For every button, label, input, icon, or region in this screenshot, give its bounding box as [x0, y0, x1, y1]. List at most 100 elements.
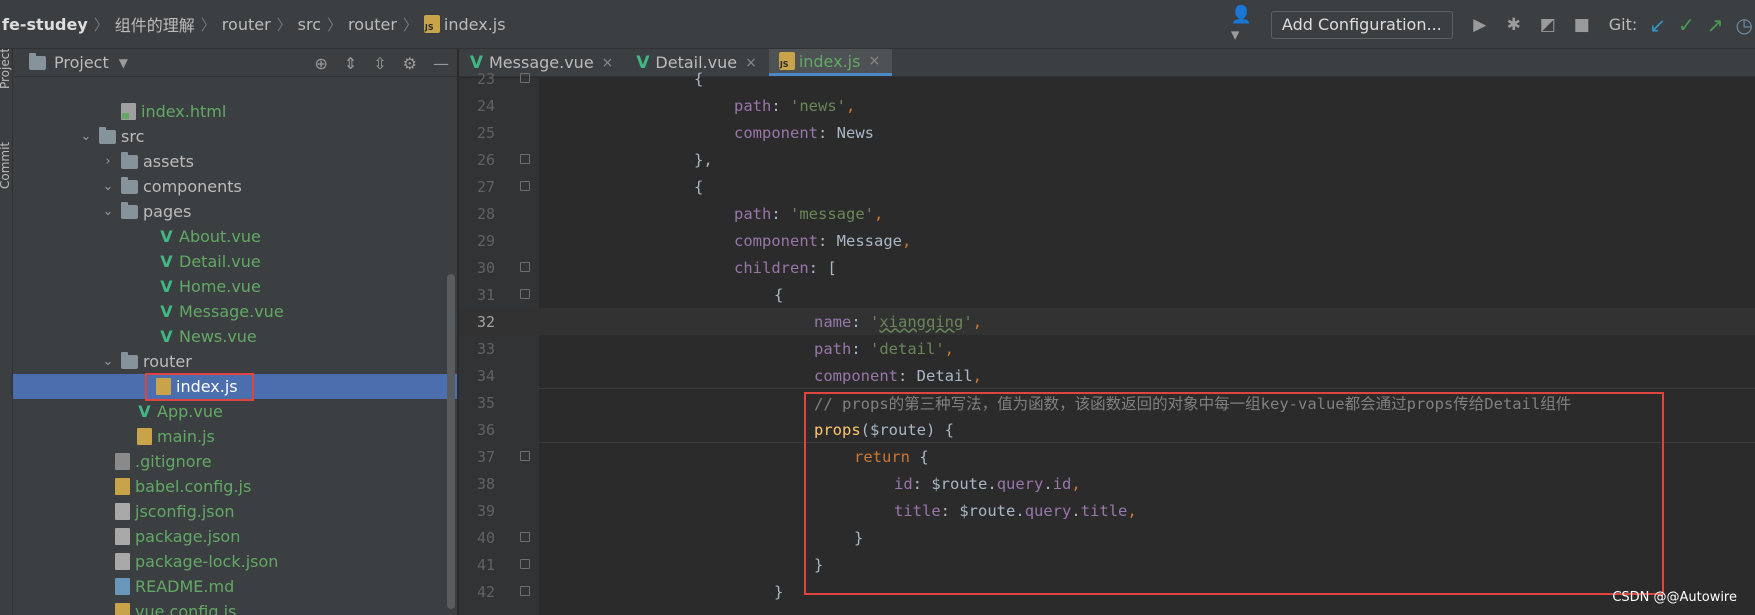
code-string: 'news' [790, 96, 846, 115]
tree-item-router[interactable]: ⌄ router [13, 349, 457, 374]
tree-item-label: jsconfig.json [135, 502, 235, 521]
vue-file-icon: V [160, 277, 173, 296]
add-configuration-button[interactable]: Add Configuration... [1270, 10, 1453, 39]
line-number: 31 [476, 285, 495, 304]
chevron-down-icon[interactable]: ⌄ [101, 204, 115, 219]
tree-item-jsconfig[interactable]: jsconfig.json [13, 499, 457, 524]
vue-file-icon: V [160, 327, 173, 346]
fold-icon[interactable] [520, 289, 530, 299]
project-scrollbar[interactable] [447, 274, 455, 609]
tree-item-readme[interactable]: README.md [13, 574, 457, 599]
breadcrumb-folder[interactable]: src [292, 15, 327, 34]
chevron-down-icon[interactable]: ⌄ [79, 129, 93, 144]
git-history-icon[interactable]: ◷ [1736, 13, 1753, 37]
git-update-icon[interactable]: ↙ [1649, 13, 1666, 37]
tree-item-index-html[interactable]: index.html [13, 99, 457, 124]
toolbar-actions: 👤▾ Add Configuration... ▶ ✱ ◩ ■ Git: ↙ ✓… [1227, 0, 1755, 49]
expand-all-icon[interactable]: ⇕ [344, 54, 357, 73]
debug-icon[interactable]: ✱ [1501, 12, 1527, 38]
tree-item-label: Message.vue [179, 302, 284, 321]
tree-item-app-vue[interactable]: V App.vue [13, 399, 457, 424]
run-icon[interactable]: ▶ [1467, 12, 1493, 38]
line-number: 40 [476, 528, 495, 547]
html-file-icon [121, 103, 136, 120]
tree-item-label: main.js [157, 427, 215, 446]
tree-item-label: index.html [141, 102, 227, 121]
fold-icon[interactable] [520, 262, 530, 272]
project-panel: Project ▼ ⊕ ⇕ ⇳ ⚙ — index.html ⌄ src › a… [13, 49, 458, 615]
code-line: 33 path: 'detail', [459, 335, 1755, 362]
stop-icon[interactable]: ■ [1569, 12, 1595, 38]
tree-item-components[interactable]: ⌄ components [13, 174, 457, 199]
tree-item-label: assets [143, 152, 194, 171]
code-key: component [814, 366, 898, 385]
vue-file-icon: V [138, 402, 151, 421]
tree-item-label: README.md [135, 577, 235, 596]
coverage-icon[interactable]: ◩ [1535, 12, 1561, 38]
tree-item-label: router [143, 352, 192, 371]
tree-item-pages[interactable]: ⌄ pages [13, 199, 457, 224]
breadcrumb-file[interactable]: index.js [418, 15, 512, 34]
fold-icon[interactable] [520, 586, 530, 596]
stripe-commit-tab[interactable]: Commit [0, 142, 12, 189]
json-file-icon [115, 503, 130, 520]
tree-item-message-vue[interactable]: V Message.vue [13, 299, 457, 324]
code-text: component: Message, [734, 231, 912, 250]
code-key: path [734, 204, 772, 223]
code-value: News [836, 123, 874, 142]
git-commit-icon[interactable]: ✓ [1678, 13, 1695, 37]
folder-icon [121, 201, 138, 219]
tree-item-about-vue[interactable]: V About.vue [13, 224, 457, 249]
minimize-icon[interactable]: — [433, 54, 449, 73]
json-file-icon [115, 528, 130, 545]
fold-icon[interactable] [520, 451, 530, 461]
tree-item-main-js[interactable]: main.js [13, 424, 457, 449]
chevron-down-icon[interactable]: ⌄ [101, 354, 115, 369]
fold-icon[interactable] [520, 181, 530, 191]
tree-item-label: components [143, 177, 242, 196]
js-file-icon [115, 478, 130, 495]
breadcrumb-folder[interactable]: router [216, 15, 277, 34]
code-text: path: 'news', [734, 96, 856, 115]
tree-item-label: App.vue [157, 402, 223, 421]
chevron-down-icon[interactable]: ▼ [119, 56, 128, 70]
fold-icon[interactable] [520, 532, 530, 542]
tree-item-label: Home.vue [179, 277, 261, 296]
tree-item-package-lock[interactable]: package-lock.json [13, 549, 457, 574]
tree-item-package-json[interactable]: package.json [13, 524, 457, 549]
line-number: 41 [476, 555, 495, 574]
tree-item-detail-vue[interactable]: V Detail.vue [13, 249, 457, 274]
line-number: 36 [476, 420, 495, 439]
tree-item-news-vue[interactable]: V News.vue [13, 324, 457, 349]
tree-item-assets[interactable]: › assets [13, 149, 457, 174]
tool-window-stripe: Project Commit [0, 49, 13, 615]
tree-item-babel-config[interactable]: babel.config.js [13, 474, 457, 499]
fold-icon[interactable] [520, 559, 530, 569]
code-line: 29 component: Message, [459, 227, 1755, 254]
code-line: 25 component: News [459, 119, 1755, 146]
annotation-highlight-box [804, 392, 1664, 595]
tree-item-src[interactable]: ⌄ src [13, 124, 457, 149]
tree-item-gitignore[interactable]: .gitignore [13, 449, 457, 474]
vue-file-icon: V [160, 252, 173, 271]
code-line: 34 component: Detail, [459, 362, 1755, 389]
code-string: xiangqing [879, 312, 964, 331]
tree-item-home-vue[interactable]: V Home.vue [13, 274, 457, 299]
chevron-right-icon[interactable]: › [101, 154, 115, 169]
locate-icon[interactable]: ⊕ [314, 54, 327, 73]
user-account-icon[interactable]: 👤▾ [1231, 5, 1257, 45]
project-panel-title[interactable]: Project [54, 53, 109, 72]
breadcrumb-project[interactable]: fe-studey [2, 15, 94, 34]
breadcrumb-folder[interactable]: 组件的理解 [109, 12, 201, 36]
gear-icon[interactable]: ⚙ [403, 54, 417, 73]
git-push-icon[interactable]: ↗ [1707, 13, 1724, 37]
chevron-down-icon[interactable]: ⌄ [101, 179, 115, 194]
stripe-project-tab[interactable]: Project [0, 49, 12, 89]
collapse-all-icon[interactable]: ⇳ [373, 54, 386, 73]
fold-icon[interactable] [520, 154, 530, 164]
tree-item-vue-config[interactable]: vue.config.js [13, 599, 457, 615]
breadcrumb-folder[interactable]: router [342, 15, 403, 34]
fold-icon[interactable] [520, 73, 530, 83]
code-key: children [734, 258, 809, 277]
code-text: { [694, 177, 704, 196]
